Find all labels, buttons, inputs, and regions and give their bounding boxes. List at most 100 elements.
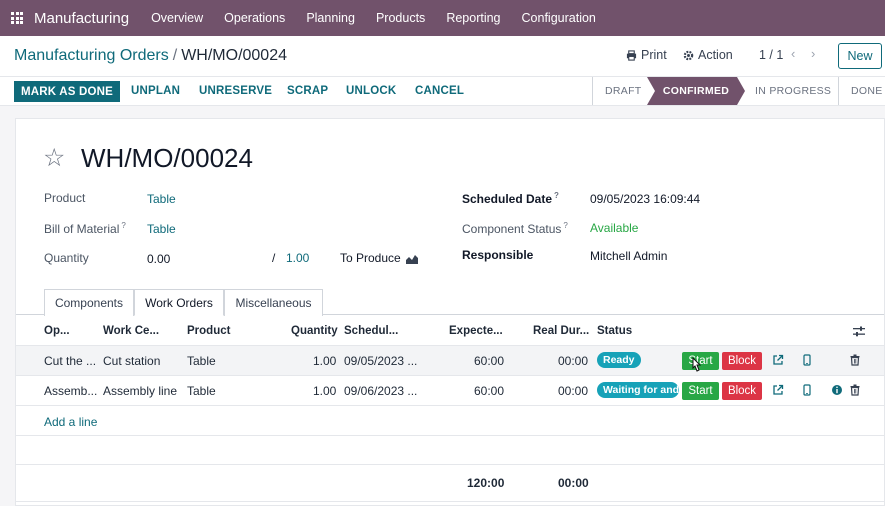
printer-icon — [626, 49, 637, 61]
menu-overview[interactable]: Overview — [151, 11, 203, 25]
tablet-icon[interactable] — [801, 384, 813, 396]
scheduled-date-field[interactable]: 09/05/2023 16:09:44 — [590, 192, 700, 206]
status-badge: Waiting for and — [597, 382, 679, 398]
area-chart-icon[interactable] — [405, 254, 418, 264]
row-real-duration: 00:00 — [558, 354, 589, 368]
row-expected: 60:00 — [474, 384, 505, 398]
bom-field[interactable]: Table — [147, 222, 176, 236]
table-row[interactable]: Assemb... Assembly line Table 1.00 09/06… — [16, 375, 884, 405]
stage-in-progress[interactable]: IN PROGRESS — [755, 77, 831, 105]
block-button[interactable]: Block — [722, 382, 762, 400]
tab-components[interactable]: Components — [44, 289, 134, 316]
breadcrumb-parent[interactable]: Manufacturing Orders — [14, 47, 169, 64]
stage-draft[interactable]: DRAFT — [605, 77, 642, 105]
column-product[interactable]: Product — [187, 325, 230, 337]
app-brand[interactable]: Manufacturing — [34, 10, 129, 27]
mark-as-done-button[interactable]: MARK AS DONE — [14, 81, 120, 102]
row-scheduled: 09/06/2023 ... — [344, 384, 418, 398]
form-statusbar: MARK AS DONE UNPLAN UNRESERVE SCRAP UNLO… — [0, 76, 885, 106]
row-divider — [16, 464, 884, 465]
pager-previous-icon[interactable]: ‹ — [791, 46, 795, 61]
stage-divider — [592, 77, 593, 105]
responsible-field[interactable]: Mitchell Admin — [590, 249, 667, 263]
tablet-icon[interactable] — [801, 354, 813, 366]
menu-planning[interactable]: Planning — [306, 11, 355, 25]
column-operation[interactable]: Op... — [44, 325, 70, 337]
add-line-link[interactable]: Add a line — [44, 415, 97, 429]
row-product: Table — [187, 354, 216, 368]
component-status-value: Available — [590, 221, 639, 235]
unreserve-button[interactable]: UNRESERVE — [199, 85, 272, 97]
trash-icon[interactable] — [849, 354, 861, 366]
menu-products[interactable]: Products — [376, 11, 425, 25]
row-divider — [16, 501, 884, 502]
breadcrumb: Manufacturing Orders / WH/MO/00024 — [14, 47, 287, 65]
column-status[interactable]: Status — [597, 325, 632, 337]
scheduled-date-label: Scheduled Date? — [462, 191, 559, 206]
top-navbar: Manufacturing Overview Operations Planni… — [0, 0, 885, 36]
product-field[interactable]: Table — [147, 192, 176, 206]
menu-reporting[interactable]: Reporting — [446, 11, 500, 25]
trash-icon[interactable] — [849, 384, 861, 396]
optional-columns-icon[interactable] — [853, 326, 865, 337]
star-icon[interactable]: ☆ — [43, 143, 65, 173]
menu-configuration[interactable]: Configuration — [522, 11, 596, 25]
quantity-total-field[interactable]: 1.00 — [286, 251, 309, 265]
print-button[interactable]: Print — [626, 48, 667, 62]
pager-value[interactable]: 1 / 1 — [759, 48, 783, 62]
breadcrumb-current: WH/MO/00024 — [181, 47, 287, 64]
notebook-tabs: Components Work Orders Miscellaneous — [16, 287, 884, 316]
cancel-button[interactable]: CANCEL — [415, 85, 464, 97]
row-real-duration: 00:00 — [558, 384, 589, 398]
start-button[interactable]: Start — [682, 382, 719, 400]
row-quantity: 1.00 — [313, 384, 337, 398]
bom-label-text: Bill of Material — [44, 222, 120, 236]
apps-menu-icon[interactable] — [11, 12, 23, 24]
quantity-done-field[interactable]: 0.00 — [147, 252, 170, 266]
unlock-button[interactable]: UNLOCK — [346, 85, 396, 97]
column-expected[interactable]: Expecte... — [449, 325, 503, 337]
block-button[interactable]: Block — [722, 352, 762, 370]
table-row[interactable]: Cut the ... Cut station Table 1.00 09/05… — [16, 345, 884, 375]
action-button[interactable]: Action — [683, 48, 733, 62]
column-quantity[interactable]: Quantity — [291, 325, 338, 337]
unplan-button[interactable]: UNPLAN — [131, 85, 180, 97]
scrap-button[interactable]: SCRAP — [287, 85, 328, 97]
gear-icon — [683, 50, 694, 60]
form-sheet: ☆ WH/MO/00024 Product Table Bill of Mate… — [15, 118, 885, 506]
table-header: Op... Work Ce... Product Quantity Schedu… — [16, 319, 884, 343]
record-title: WH/MO/00024 — [81, 143, 253, 173]
quantity-label: Quantity — [44, 251, 89, 265]
to-produce-text: To Produce — [340, 251, 401, 265]
stage-done[interactable]: DONE — [851, 77, 883, 105]
component-status-label: Component Status? — [462, 221, 568, 236]
row-divider — [16, 405, 884, 406]
menu-operations[interactable]: Operations — [224, 11, 285, 25]
external-link-icon[interactable] — [772, 384, 784, 396]
scheduled-date-label-text: Scheduled Date — [462, 192, 553, 206]
info-icon[interactable] — [831, 384, 843, 396]
tab-miscellaneous[interactable]: Miscellaneous — [224, 289, 323, 316]
help-mark[interactable]: ? — [554, 191, 559, 200]
row-operation: Assemb... — [44, 384, 98, 398]
column-work-center[interactable]: Work Ce... — [103, 325, 159, 337]
help-mark[interactable]: ? — [563, 221, 567, 230]
row-work-center: Cut station — [103, 354, 161, 368]
tab-work-orders[interactable]: Work Orders — [134, 289, 224, 316]
quantity-separator: / — [272, 251, 276, 265]
stage-divider — [838, 77, 839, 105]
total-real-duration: 00:00 — [558, 476, 589, 490]
help-mark[interactable]: ? — [121, 221, 125, 230]
row-product: Table — [187, 384, 216, 398]
row-expected: 60:00 — [474, 354, 505, 368]
stage-confirmed[interactable]: CONFIRMED — [647, 77, 745, 105]
column-scheduled[interactable]: Schedul... — [344, 325, 398, 337]
control-panel: Manufacturing Orders / WH/MO/00024 Print A… — [0, 36, 885, 76]
pager-next-icon[interactable]: › — [811, 46, 815, 61]
breadcrumb-separator: / — [172, 47, 178, 64]
external-link-icon[interactable] — [772, 354, 784, 366]
new-button[interactable]: New — [838, 43, 882, 69]
column-real-duration[interactable]: Real Dur... — [533, 325, 589, 337]
row-work-center: Assembly line — [103, 384, 178, 398]
status-badge: Ready — [597, 352, 641, 368]
